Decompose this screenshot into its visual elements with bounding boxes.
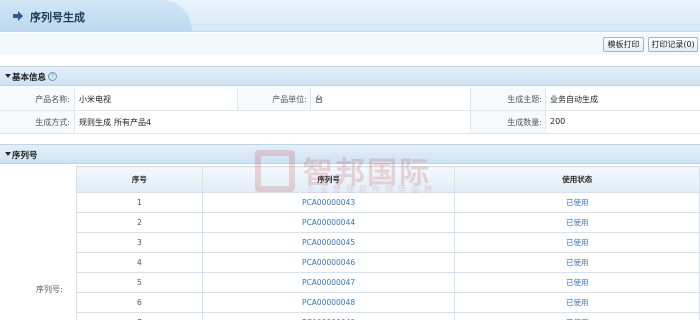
form-row: 生成方式: 规则生成 所有产品4 生成数量: 200 — [0, 111, 700, 134]
template-print-button[interactable]: 模板打印 — [603, 37, 644, 52]
form-row: 产品名称: 小米电视 产品单位: 台 生成主题: 业务自动生成 — [0, 88, 700, 111]
gen-subject-value: 业务自动生成 — [550, 95, 598, 104]
basic-info-title: 基本信息 — [12, 73, 47, 83]
serial-field-label: 序列号: — [36, 285, 63, 294]
row-number: 5 — [76, 272, 203, 293]
usage-status: 已使用 — [454, 232, 700, 253]
gen-method-rule: 所有产品4 — [114, 118, 152, 127]
arrow-right-icon — [13, 11, 23, 21]
usage-status: 已使用 — [454, 292, 700, 313]
row-number: 6 — [76, 292, 203, 313]
serial-code: PCA00000047 — [201, 272, 456, 293]
row-number: 4 — [76, 252, 203, 273]
collapse-arrow-icon[interactable] — [5, 74, 11, 78]
table-row[interactable]: 1 PCA00000043 已使用 — [76, 192, 700, 213]
gen-method-value: 规则生成 — [79, 118, 111, 127]
page-title: 序列号生成 — [30, 11, 85, 24]
title-tab: 序列号生成 — [0, 0, 192, 32]
table-header-row: 序号 序列号 使用状态 — [76, 166, 700, 193]
product-unit-value: 台 — [315, 95, 323, 104]
gen-method-label: 生成方式: — [35, 118, 70, 127]
usage-status: 已使用 — [454, 312, 700, 320]
info-icon[interactable]: ? — [48, 72, 57, 81]
row-number: 7 — [76, 312, 203, 320]
row-number: 2 — [76, 212, 203, 233]
gen-count-label: 生成数量: — [507, 118, 542, 127]
serial-area: 序列号: 序号 序列号 使用状态 1 PCA00000043 已使用 2 PCA0000… — [0, 166, 700, 320]
table-row[interactable]: 5 PCA00000047 已使用 — [76, 272, 700, 293]
gen-subject-label: 生成主题: — [507, 95, 542, 104]
serial-table: 序号 序列号 使用状态 1 PCA00000043 已使用 2 PCA00000044 已… — [76, 166, 700, 320]
row-number: 3 — [76, 232, 203, 253]
product-name-value: 小米电视 — [79, 95, 111, 104]
usage-status: 已使用 — [454, 272, 700, 293]
serial-code: PCA00000043 — [201, 192, 456, 213]
product-name-label: 产品名称: — [35, 95, 70, 104]
product-unit-label: 产品单位: — [272, 95, 307, 104]
table-row[interactable]: 3 PCA00000045 已使用 — [76, 232, 700, 253]
serial-code: PCA00000044 — [201, 212, 456, 233]
serial-section-header[interactable]: 序列号 — [0, 144, 700, 164]
serial-code: PCA00000046 — [201, 252, 456, 273]
column-header-no[interactable]: 序号 — [76, 166, 203, 193]
table-row[interactable]: 2 PCA00000044 已使用 — [76, 212, 700, 233]
usage-status: 已使用 — [454, 192, 700, 213]
basic-info-section-header[interactable]: 基本信息 ? — [0, 66, 700, 86]
collapse-arrow-icon[interactable] — [5, 152, 11, 156]
serial-code: PCA00000049 — [201, 312, 456, 320]
table-row[interactable]: 7PCA00000049已使用 — [76, 312, 700, 320]
basic-info-form: 产品名称: 小米电视 产品单位: 台 生成主题: 业务自动生成 生成方式: 规则… — [0, 88, 700, 134]
usage-status: 已使用 — [454, 252, 700, 273]
print-log-button[interactable]: 打印记录(0) — [648, 37, 698, 52]
toolbar: 模板打印 打印记录(0) — [0, 33, 700, 55]
row-number: 1 — [76, 192, 203, 213]
column-header-status[interactable]: 使用状态 — [454, 166, 700, 193]
title-bar: 序列号生成 — [0, 0, 700, 32]
serial-code: PCA00000045 — [201, 232, 456, 253]
serial-section-title: 序列号 — [12, 151, 38, 161]
table-row[interactable]: 6 PCA00000048 已使用 — [76, 292, 700, 313]
column-header-serial[interactable]: 序列号 — [201, 166, 456, 193]
gen-count-value: 200 — [550, 117, 566, 126]
usage-status: 已使用 — [454, 212, 700, 233]
serial-code: PCA00000048 — [201, 292, 456, 313]
table-row[interactable]: 4 PCA00000046 已使用 — [76, 252, 700, 273]
